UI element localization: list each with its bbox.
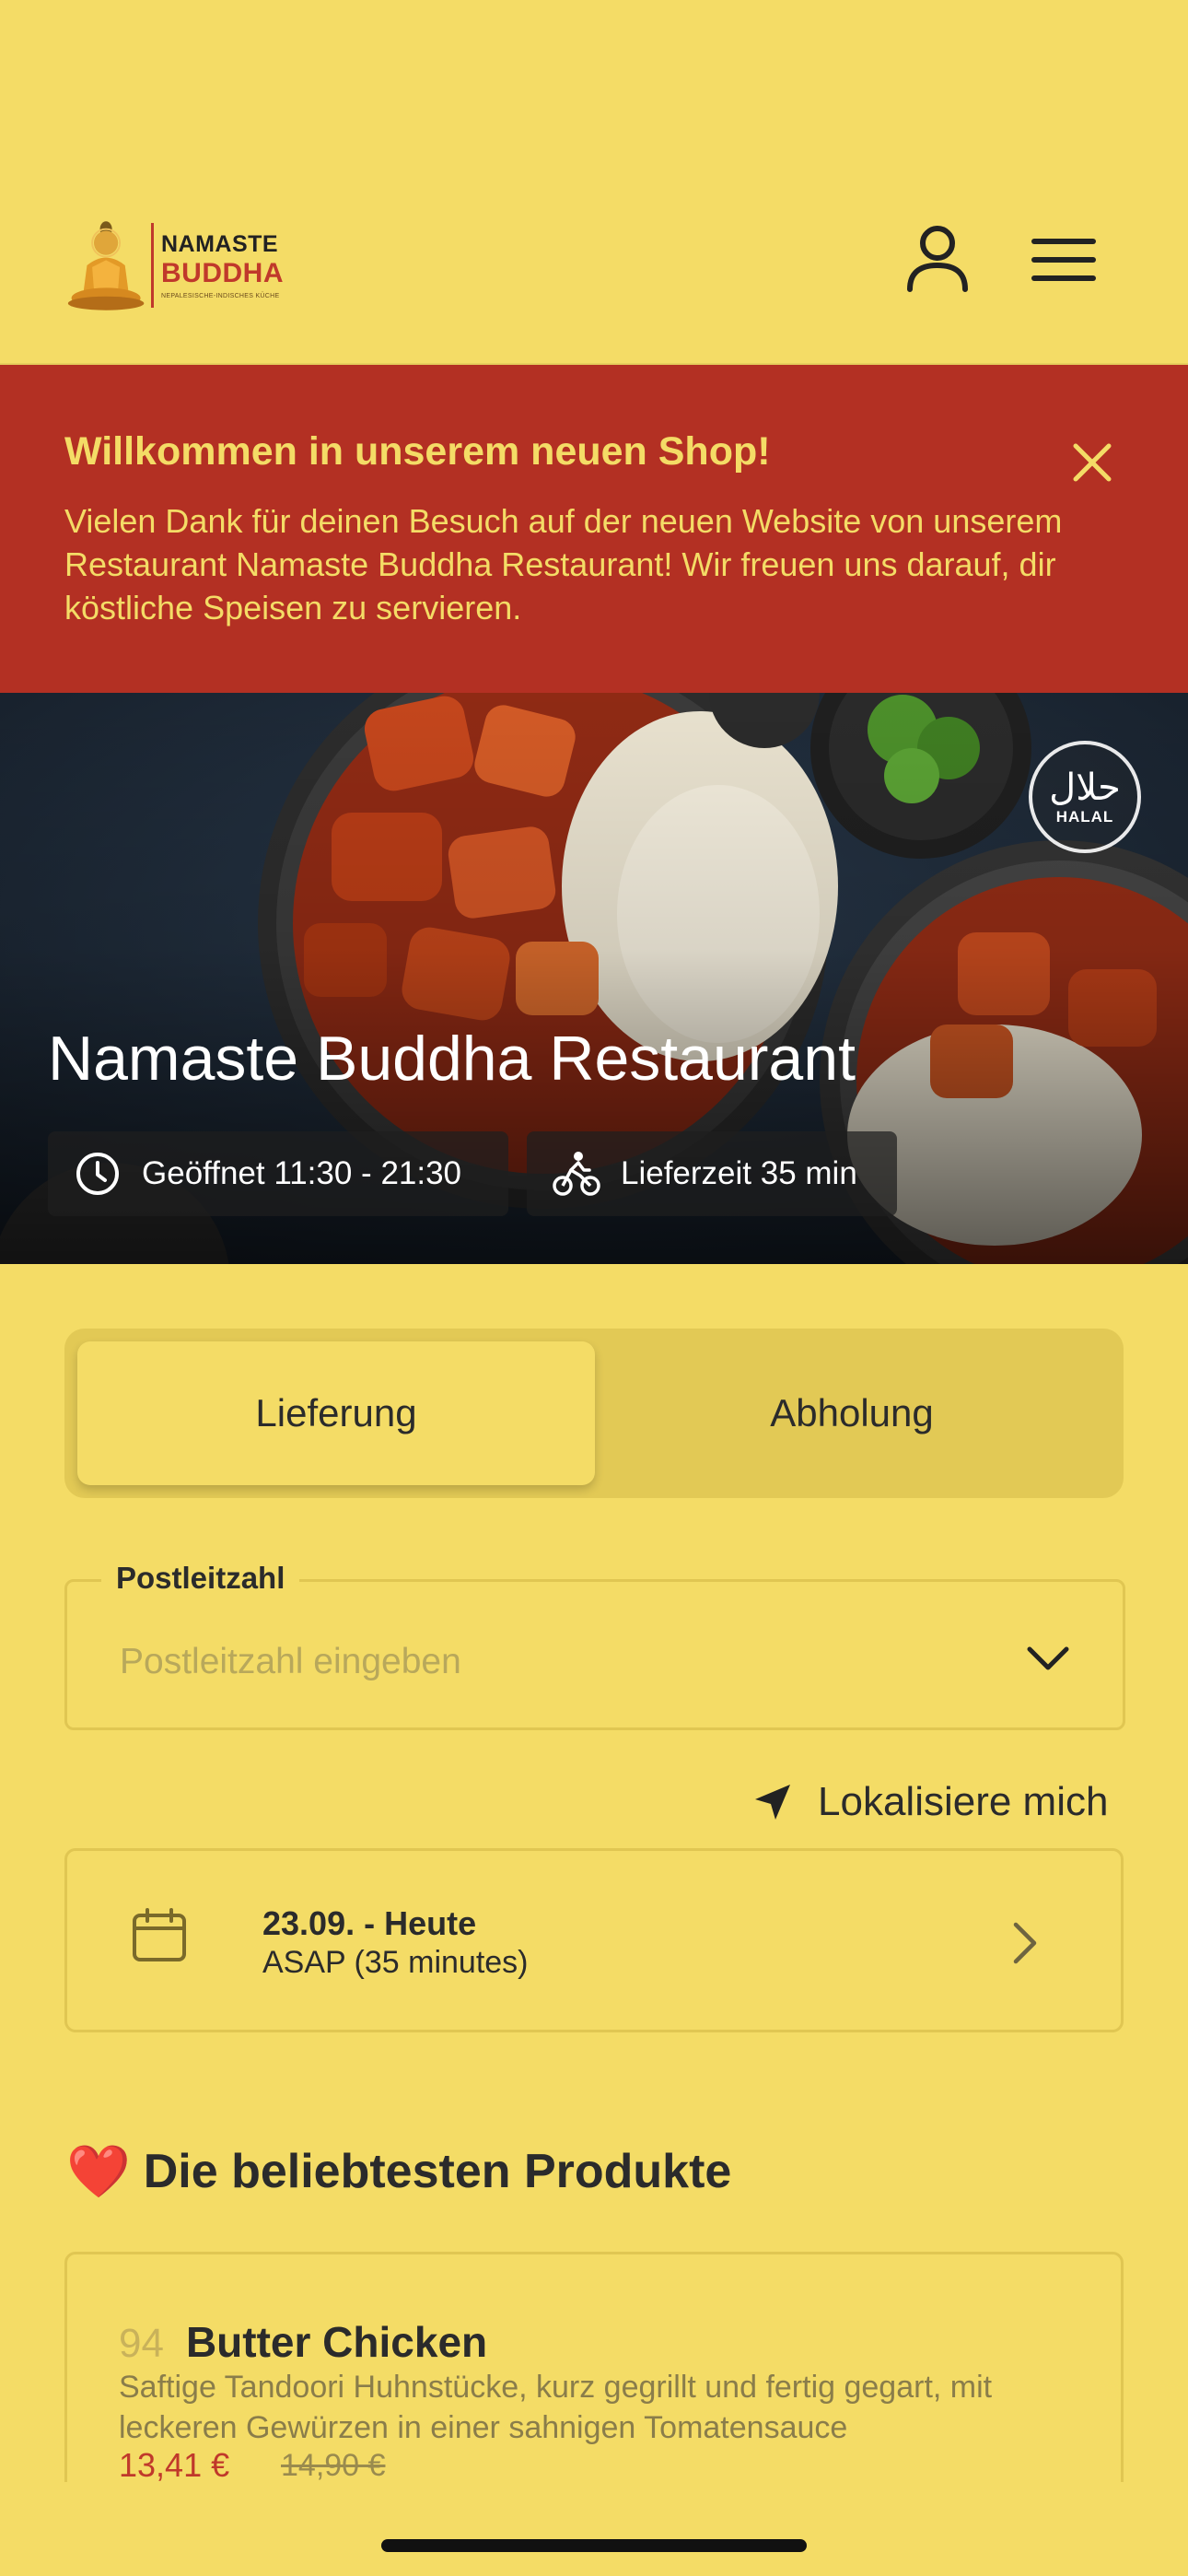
- schedule-date: 23.09. - Heute: [262, 1904, 477, 1942]
- clock-icon: [76, 1153, 119, 1195]
- logo-text: NAMASTE BUDDHA NEPALESISCHE-INDISCHES KÜ…: [161, 231, 284, 299]
- product-description: Saftige Tandoori Huhnstücke, kurz gegril…: [119, 2370, 993, 2445]
- halal-label: HALAL: [1055, 808, 1114, 825]
- product-header: 94 Butter Chicken: [119, 2317, 487, 2367]
- opening-hours-chip: Geöffnet 11:30 - 21:30: [48, 1131, 508, 1216]
- locate-me-button[interactable]: Lokalisiere mich: [753, 1773, 1108, 1832]
- banner-text: Vielen Dank für deinen Besuch auf der ne…: [64, 502, 1063, 626]
- logo-line1: NAMASTE: [161, 231, 279, 257]
- logo-line2: BUDDHA: [161, 258, 284, 288]
- order-mode-toggle: Lieferung Abholung: [64, 1329, 1124, 1498]
- logo-divider: [151, 223, 154, 308]
- halal-badge: حلال HALAL: [1029, 741, 1141, 853]
- opening-hours-text: Geöffnet 11:30 - 21:30: [142, 1155, 462, 1191]
- account-button[interactable]: [901, 221, 974, 295]
- hero-section: حلال HALAL Namaste Buddha Restaurant Geö…: [0, 693, 1188, 1264]
- menu-button[interactable]: [1027, 221, 1101, 295]
- postcode-dropdown-button[interactable]: [1020, 1636, 1076, 1682]
- close-icon: [1073, 443, 1112, 482]
- hamburger-menu-icon: [1031, 239, 1096, 281]
- welcome-banner: Willkommen in unserem neuen Shop! Vielen…: [0, 365, 1188, 693]
- home-indicator[interactable]: [381, 2539, 807, 2552]
- postcode-label: Postleitzahl: [101, 1561, 300, 1596]
- tab-delivery[interactable]: Lieferung: [77, 1341, 595, 1485]
- product-old-price: 14,90 €: [281, 2448, 386, 2483]
- restaurant-name: Namaste Buddha Restaurant: [48, 1024, 856, 1094]
- product-name: Butter Chicken: [185, 2318, 488, 2366]
- banner-close-button[interactable]: [1065, 435, 1120, 490]
- tab-pickup[interactable]: Abholung: [593, 1341, 1111, 1485]
- header: NAMASTE BUDDHA NEPALESISCHE-INDISCHES KÜ…: [0, 0, 1188, 365]
- user-icon: [907, 226, 968, 292]
- popular-products-heading: ❤️ Die beliebtesten Produkte: [66, 2141, 731, 2202]
- popular-products-title: Die beliebtesten Produkte: [143, 2145, 732, 2198]
- banner-title: Willkommen in unserem neuen Shop!: [64, 429, 771, 474]
- halal-arabic-text: حلال: [1049, 767, 1121, 809]
- chevron-right-icon: [1013, 1922, 1037, 1964]
- delivery-time-selector[interactable]: 23.09. - Heute ASAP (35 minutes): [64, 1848, 1124, 2032]
- postcode-input[interactable]: [120, 1636, 949, 1688]
- location-arrow-icon: [755, 1785, 790, 1820]
- buddha-logo-icon: [67, 221, 145, 310]
- calendar-icon: [133, 1908, 186, 1961]
- schedule-time: ASAP (35 minutes): [262, 1945, 529, 1980]
- delivery-time-chip: Lieferzeit 35 min: [527, 1131, 897, 1216]
- product-price: 13,41 €: [119, 2446, 230, 2484]
- bicycle-courier-icon: [553, 1152, 600, 1196]
- delivery-time-text: Lieferzeit 35 min: [621, 1155, 857, 1191]
- heart-icon: ❤️: [66, 2142, 131, 2202]
- product-number: 94: [119, 2321, 164, 2366]
- chevron-down-icon: [1027, 1646, 1069, 1670]
- restaurant-logo[interactable]: NAMASTE BUDDHA NEPALESISCHE-INDISCHES KÜ…: [66, 175, 284, 356]
- logo-tagline: NEPALESISCHE-INDISCHES KÜCHE: [161, 293, 280, 299]
- locate-me-label: Lokalisiere mich: [818, 1779, 1109, 1824]
- bottom-safe-area: [0, 2482, 1188, 2576]
